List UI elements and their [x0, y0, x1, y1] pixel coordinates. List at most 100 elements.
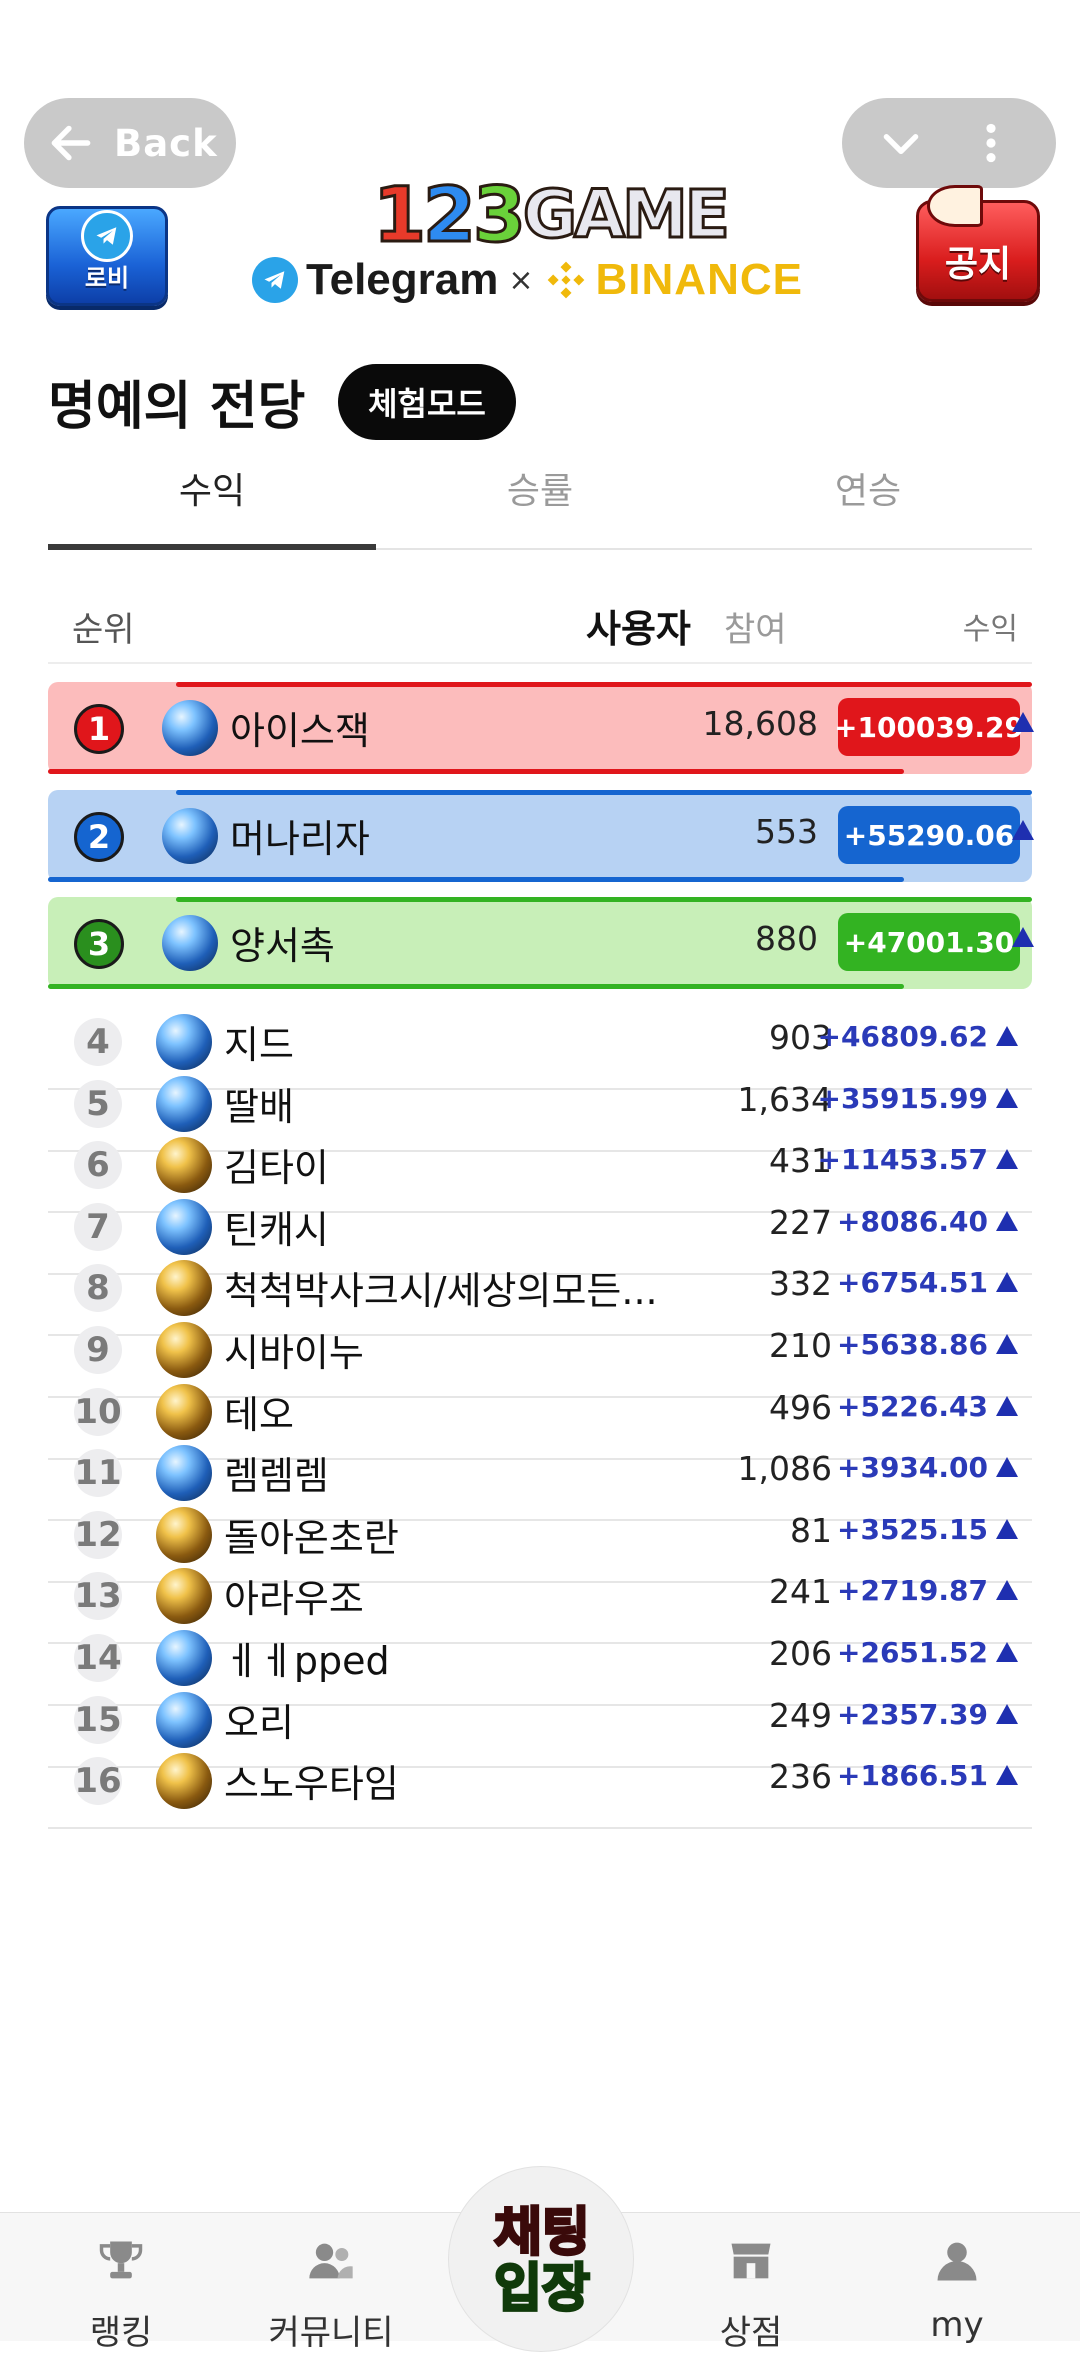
nav-shop[interactable]: 상점 — [676, 2235, 826, 2354]
rank-badge: 9 — [74, 1326, 122, 1374]
up-arrow-icon — [996, 1457, 1018, 1477]
user-name: 아이스잭 — [230, 709, 370, 753]
up-arrow-icon — [996, 1211, 1018, 1231]
participation-count: 880 — [755, 919, 818, 958]
lobby-label: 로비 — [84, 263, 130, 292]
nav-community-label: 커뮤니티 — [268, 2313, 394, 2353]
up-arrow-icon — [996, 1026, 1018, 1046]
profit-value: +46809.62 — [817, 1020, 988, 1053]
podium-top-line — [176, 682, 1032, 687]
back-button[interactable]: Back — [24, 98, 236, 188]
chat-label-line1: 채팅 — [493, 2203, 592, 2263]
rank-badge: 14 — [74, 1634, 122, 1682]
podium-top-line — [176, 790, 1032, 795]
partner-separator: × — [508, 262, 534, 298]
profit-value: +3525.15 — [837, 1513, 988, 1546]
chat-label-line2: 입장 — [493, 2259, 592, 2319]
profit-value: +8086.40 — [837, 1205, 988, 1238]
participation-count: 236 — [769, 1757, 832, 1796]
participation-count: 227 — [769, 1203, 832, 1242]
avatar — [156, 1753, 212, 1809]
rank-badge: 2 — [74, 812, 124, 862]
podium-top-line — [176, 897, 1032, 902]
chevron-down-icon[interactable] — [876, 118, 926, 168]
megaphone-icon — [927, 185, 983, 227]
participation-count: 210 — [769, 1326, 832, 1365]
trial-mode-badge[interactable]: 체험모드 — [338, 364, 516, 440]
lobby-button[interactable]: 로비 — [46, 206, 168, 306]
col-user: 사용자 — [586, 607, 691, 651]
notice-button[interactable]: 공지 — [916, 185, 1040, 302]
logo-word: GAME — [521, 174, 731, 254]
table-row[interactable]: 16 스노우타임 236 +1866.51 — [48, 1737, 1032, 1829]
profit-value: +5638.86 — [837, 1328, 988, 1361]
up-arrow-icon — [996, 1765, 1018, 1785]
brand-logo: 1 2 3 GAME — [372, 168, 732, 260]
up-arrow-icon — [996, 1334, 1018, 1354]
nav-ranking[interactable]: 랭킹 — [46, 2235, 196, 2354]
rank-badge: 3 — [74, 919, 124, 969]
back-label: Back — [114, 121, 218, 165]
profit-value: +2651.52 — [837, 1636, 988, 1669]
participation-count: 18,608 — [702, 704, 818, 743]
trophy-icon — [99, 2241, 143, 2279]
partner-row: Telegram × BINANCE — [252, 252, 842, 308]
up-arrow-icon — [1012, 712, 1034, 732]
up-arrow-icon — [996, 1149, 1018, 1169]
profit-badge: +47001.30 — [838, 913, 1020, 971]
logo-digit-2: 2 — [422, 168, 478, 260]
participation-count: 496 — [769, 1388, 832, 1427]
podium-row[interactable]: 3 양서촉 880 +47001.30 — [48, 897, 1034, 989]
more-vertical-icon[interactable] — [966, 118, 1016, 168]
up-arrow-icon — [996, 1580, 1018, 1600]
profit-value: +1866.51 — [837, 1759, 988, 1792]
nav-my-label: my — [930, 2305, 984, 2345]
up-arrow-icon — [996, 1519, 1018, 1539]
binance-icon — [547, 261, 584, 299]
participation-count: 241 — [769, 1572, 832, 1611]
ranking-tabs: 수익 승률 연승 — [48, 456, 1032, 550]
telegram-icon — [81, 209, 133, 262]
up-arrow-icon — [996, 1088, 1018, 1108]
binance-label: BINANCE — [595, 255, 803, 304]
window-controls — [842, 98, 1056, 188]
participation-count: 553 — [755, 812, 818, 851]
page-title: 명예의 전당 — [48, 377, 306, 437]
notice-label: 공지 — [944, 244, 1012, 285]
profit-value: +6754.51 — [837, 1266, 988, 1299]
profit-value: +35915.99 — [817, 1082, 988, 1115]
profit-value: +2357.39 — [837, 1698, 988, 1731]
participation-count: 332 — [769, 1264, 832, 1303]
table-header: 순위 사용자 참여 수익 — [48, 590, 1032, 664]
nav-ranking-label: 랭킹 — [89, 2313, 153, 2353]
rank-badge: 16 — [74, 1757, 122, 1805]
nav-my[interactable]: my — [882, 2235, 1032, 2345]
participation-count: 206 — [769, 1634, 832, 1673]
profit-value: +5226.43 — [837, 1390, 988, 1423]
tab-profit[interactable]: 수익 — [48, 456, 376, 550]
rank-badge: 4 — [74, 1018, 122, 1066]
rank-badge: 1 — [74, 704, 124, 754]
up-arrow-icon — [996, 1396, 1018, 1416]
profit-value: +3934.00 — [837, 1451, 988, 1484]
store-icon — [731, 2243, 771, 2279]
chat-enter-button[interactable]: 채팅 입장 — [462, 2186, 622, 2336]
up-arrow-icon — [1012, 927, 1034, 947]
podium-bottom-line — [48, 984, 904, 989]
tab-win-rate[interactable]: 승률 — [376, 456, 704, 548]
up-arrow-icon — [996, 1272, 1018, 1292]
podium-bottom-line — [48, 877, 904, 882]
up-arrow-icon — [996, 1642, 1018, 1662]
tab-win-streak[interactable]: 연승 — [704, 456, 1032, 548]
nav-community[interactable]: 커뮤니티 — [256, 2235, 406, 2354]
up-arrow-icon — [996, 1704, 1018, 1724]
rank-badge: 6 — [74, 1141, 122, 1189]
col-profit: 수익 — [962, 612, 1018, 647]
user-name: 머나리자 — [230, 817, 370, 861]
profit-value: +2719.87 — [837, 1574, 988, 1607]
podium-row[interactable]: 2 머나리자 553 +55290.06 — [48, 790, 1034, 882]
podium-row[interactable]: 1 아이스잭 18,608 +100039.29 — [48, 682, 1034, 774]
profit-badge: +55290.06 — [838, 806, 1020, 864]
rank-badge: 11 — [74, 1449, 122, 1497]
telegram-label: Telegram — [306, 255, 499, 304]
